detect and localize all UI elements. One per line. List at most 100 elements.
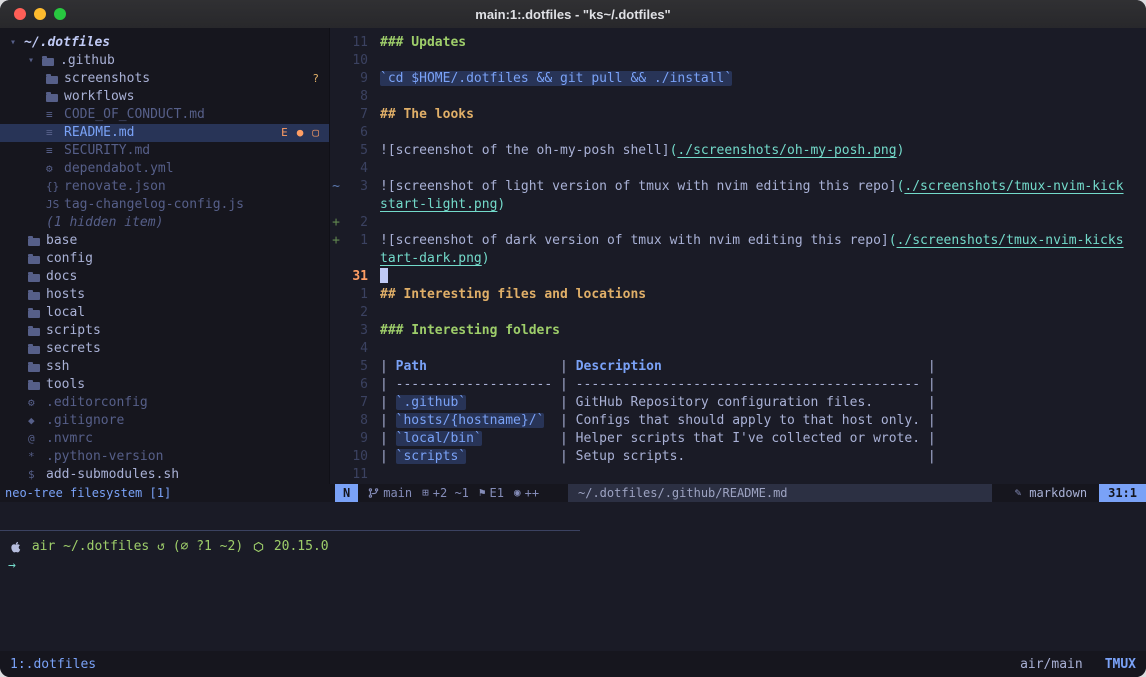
tree-item-dependabot-yml[interactable]: ⚙dependabot.yml	[0, 160, 329, 178]
tree-item-code-of-conduct-md[interactable]: ≡CODE_OF_CONDUCT.md	[0, 106, 329, 124]
tree-item-label: local	[46, 304, 85, 322]
text-segment: ![screenshot of dark version of tmux wit…	[380, 233, 889, 248]
folder-icon	[42, 58, 54, 66]
tree-item-secrets[interactable]: secrets	[0, 340, 329, 358]
editor-line[interactable]: 4	[330, 340, 1146, 358]
editor-line-text: | -------------------- | ---------------…	[380, 376, 936, 394]
editor-line[interactable]: 5| Path | Description |	[330, 358, 1146, 376]
editor-line[interactable]: start-light.png)	[330, 196, 1146, 214]
text-segment: )	[497, 197, 505, 212]
tmux-window-label[interactable]: 1:.dotfiles	[10, 657, 96, 672]
editor-line[interactable]: 7| `.github` | GitHub Repository configu…	[330, 394, 1146, 412]
git-sign-gutter	[330, 376, 342, 394]
tree-item-tools[interactable]: tools	[0, 376, 329, 394]
editor-line-text: ![screenshot of the oh-my-posh shell](./…	[380, 142, 904, 160]
editor-line[interactable]: 1## Interesting files and locations	[330, 286, 1146, 304]
tree-item-docs[interactable]: docs	[0, 268, 329, 286]
markdown-link-url[interactable]: ./screenshots/tmux-nvim-kicks	[897, 233, 1124, 248]
tree-item-nvmrc[interactable]: @.nvmrc	[0, 430, 329, 448]
line-number: 4	[342, 160, 368, 178]
text-segment: (	[889, 233, 897, 248]
tree-item-label: screenshots	[64, 70, 150, 88]
tree-item-screenshots[interactable]: screenshots?	[0, 70, 329, 88]
line-number: 3	[342, 322, 368, 340]
editor-line[interactable]: 9`cd $HOME/.dotfiles && git pull && ./in…	[330, 70, 1146, 88]
tree-item-config[interactable]: config	[0, 250, 329, 268]
file-path: ~/.dotfiles/.github/README.md	[568, 484, 992, 502]
tree-item-gitignore[interactable]: ◆.gitignore	[0, 412, 329, 430]
tree-item-1-hidden-item[interactable]: (1 hidden item)	[0, 214, 329, 232]
editor-line[interactable]: 9| `local/bin` | Helper scripts that I'v…	[330, 430, 1146, 448]
shell-input-line[interactable]: →	[8, 556, 329, 575]
tmux-pane-border[interactable]	[0, 530, 580, 531]
tree-item-label: dependabot.yml	[64, 160, 174, 178]
tree-item-hosts[interactable]: hosts	[0, 286, 329, 304]
editor-line[interactable]: 6| -------------------- | --------------…	[330, 376, 1146, 394]
git-sign: ~	[330, 178, 342, 196]
tree-item-local[interactable]: local	[0, 304, 329, 322]
editor-line[interactable]: 10	[330, 52, 1146, 70]
editor-line-text: ![screenshot of dark version of tmux wit…	[380, 232, 1124, 250]
text-segment: | Configs that should apply to that host…	[544, 413, 935, 428]
line-number	[342, 250, 368, 268]
chevron-down-icon[interactable]: ▾	[28, 52, 42, 70]
git-sign-gutter	[330, 430, 342, 448]
line-number: 2	[342, 214, 368, 232]
tree-item-readme-md[interactable]: ≡README.mdE●▢	[0, 124, 329, 142]
tree-item-python-version[interactable]: *.python-version	[0, 448, 329, 466]
line-number: 7	[342, 106, 368, 124]
tree-item-tag-changelog-config-js[interactable]: JStag-changelog-config.js	[0, 196, 329, 214]
text-segment: |	[380, 359, 396, 374]
tree-item-github[interactable]: ▾.github	[0, 52, 329, 70]
tree-item-add-submodules-sh[interactable]: $add-submodules.sh	[0, 466, 329, 484]
editor-line[interactable]: 3### Interesting folders	[330, 322, 1146, 340]
shell-pane[interactable]: air ~/.dotfiles ↺ (⌀ ?1 ~2) 20.15.0→	[8, 537, 329, 575]
editor-line[interactable]: +2	[330, 214, 1146, 232]
markdown-link-url[interactable]: tart-dark.png	[380, 251, 482, 266]
editor-line-text: tart-dark.png)	[380, 250, 490, 268]
file-tree: ▾~/.dotfiles▾.githubscreenshots?workflow…	[0, 28, 329, 484]
folder-icon	[28, 346, 40, 354]
editor-line[interactable]: 11	[330, 466, 1146, 484]
editor-line[interactable]: 11### Updates	[330, 34, 1146, 52]
editor-line[interactable]: 8	[330, 88, 1146, 106]
tree-item-editorconfig[interactable]: ⚙.editorconfig	[0, 394, 329, 412]
editor-line-text: | `.github` | GitHub Repository configur…	[380, 394, 936, 412]
git-diff-counts: +2 ~1	[433, 484, 469, 502]
markdown-link-url[interactable]: ./screenshots/tmux-nvim-kick	[904, 179, 1123, 194]
editor-line[interactable]: 7## The looks	[330, 106, 1146, 124]
tree-item-workflows[interactable]: workflows	[0, 88, 329, 106]
json-icon: {}	[46, 178, 64, 196]
text-segment: ![screenshot of the oh-my-posh shell]	[380, 143, 670, 158]
editor-buffer[interactable]: 11### Updates109`cd $HOME/.dotfiles && g…	[330, 28, 1146, 490]
tree-item-security-md[interactable]: ≡SECURITY.md	[0, 142, 329, 160]
editor-line[interactable]: 6	[330, 124, 1146, 142]
folder-icon	[28, 382, 40, 390]
tree-item-scripts[interactable]: scripts	[0, 322, 329, 340]
editor-line[interactable]: 8| `hosts/{hostname}/` | Configs that sh…	[330, 412, 1146, 430]
editor-line[interactable]: 2	[330, 304, 1146, 322]
chevron-down-icon[interactable]: ▾	[10, 34, 24, 52]
markdown-link-url[interactable]: ./screenshots/oh-my-posh.png	[677, 143, 896, 158]
editor-line[interactable]: 10| `scripts` | Setup scripts. |	[330, 448, 1146, 466]
editor-line[interactable]: 4	[330, 160, 1146, 178]
tree-item-dotfiles[interactable]: ▾~/.dotfiles	[0, 34, 329, 52]
folder-icon	[46, 76, 58, 84]
text-segment: |	[662, 359, 936, 374]
git-sign-gutter	[330, 304, 342, 322]
javascript-icon: JS	[46, 196, 64, 214]
editor-line[interactable]: +1![screenshot of dark version of tmux w…	[330, 232, 1146, 250]
tree-item-renovate-json[interactable]: {}renovate.json	[0, 178, 329, 196]
editor-line[interactable]: 5![screenshot of the oh-my-posh shell](.…	[330, 142, 1146, 160]
editor-line[interactable]: ~3![screenshot of light version of tmux …	[330, 178, 1146, 196]
editor-line[interactable]: tart-dark.png)	[330, 250, 1146, 268]
prompt-arrow: →	[8, 556, 16, 575]
line-number: 1	[342, 286, 368, 304]
line-number: 1	[342, 232, 368, 250]
editor-line[interactable]: 31	[330, 268, 1146, 286]
tree-item-ssh[interactable]: ssh	[0, 358, 329, 376]
line-number: 10	[342, 448, 368, 466]
inline-code: `scripts`	[396, 449, 466, 464]
tree-item-base[interactable]: base	[0, 232, 329, 250]
markdown-link-url[interactable]: start-light.png	[380, 197, 497, 212]
